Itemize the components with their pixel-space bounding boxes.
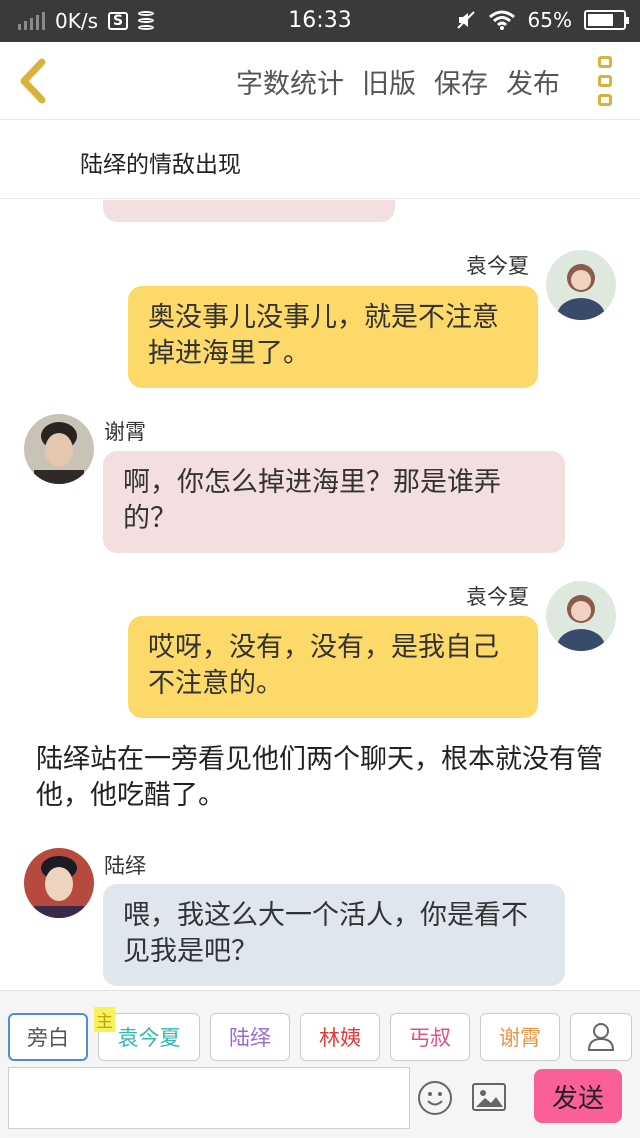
avatar-xie[interactable] <box>24 414 94 484</box>
battery-icon <box>584 10 629 30</box>
protagonist-tag: 主 <box>94 1007 115 1032</box>
chat-area[interactable]: 袁今夏 奥没事儿没事儿，就是不注意掉进海里了。 谢霄 啊，你怎么掉进海里？那是谁… <box>0 200 640 990</box>
wifi-icon <box>488 10 515 30</box>
image-icon[interactable] <box>472 1083 506 1111</box>
add-role-button[interactable] <box>570 1013 632 1061</box>
role-lin[interactable]: 林姨 <box>300 1013 380 1061</box>
status-bar: 0K/s S 16:33 65% <box>0 0 640 42</box>
emoji-icon[interactable] <box>418 1081 452 1115</box>
message-bubble-partial <box>103 200 395 222</box>
story-title: 陆绎的情敌出现 <box>80 152 241 178</box>
narration-text: 陆绎站在一旁看见他们两个聊天，根本就没有管他，他吃醋了。 <box>36 744 603 811</box>
avatar-yuan[interactable] <box>546 250 616 320</box>
back-chevron-icon <box>20 58 46 104</box>
speaker-name: 陆绎 <box>104 854 146 878</box>
more-menu-icon[interactable] <box>598 56 616 106</box>
role-yuan[interactable]: 主袁今夏 <box>94 1007 200 1061</box>
composer: 旁白 主袁今夏 陆绎 林姨 丐叔 谢霄 发送 <box>0 990 640 1138</box>
story-title-bar: 陆绎的情敌出现 <box>0 121 640 199</box>
message-bubble: 啊，你怎么掉进海里？那是谁弄的？ <box>103 451 565 553</box>
publish-button[interactable]: 发布 <box>506 62 560 101</box>
message-bubble: 哎呀，没有，没有，是我自己不注意的。 <box>128 616 538 718</box>
role-gai[interactable]: 丐叔 <box>390 1013 470 1061</box>
message-bubble: 喂，我这么大一个活人，你是看不见我是吧？ <box>103 884 565 986</box>
message-input[interactable] <box>8 1067 410 1129</box>
toolbar-actions: 字数统计 旧版 保存 发布 <box>236 62 560 101</box>
role-selector: 旁白 主袁今夏 陆绎 林姨 丐叔 谢霄 <box>8 1007 632 1061</box>
send-button[interactable]: 发送 <box>534 1069 622 1123</box>
speaker-name: 袁今夏 <box>466 585 529 609</box>
avatar-lu[interactable] <box>24 848 94 918</box>
word-count-button[interactable]: 字数统计 <box>236 62 344 101</box>
role-lu[interactable]: 陆绎 <box>210 1013 290 1061</box>
speaker-name: 谢霄 <box>104 420 146 444</box>
role-narrator[interactable]: 旁白 <box>8 1013 88 1061</box>
back-button[interactable] <box>14 56 54 106</box>
top-toolbar: 字数统计 旧版 保存 发布 <box>0 42 640 120</box>
save-button[interactable]: 保存 <box>434 62 488 101</box>
mute-icon <box>456 11 475 29</box>
message-bubble: 奥没事儿没事儿，就是不注意掉进海里了。 <box>128 286 538 388</box>
old-version-button[interactable]: 旧版 <box>362 62 416 101</box>
role-xie[interactable]: 谢霄 <box>480 1013 560 1061</box>
battery-percent: 65% <box>527 8 572 32</box>
avatar-yuan[interactable] <box>546 581 616 651</box>
add-user-icon <box>587 1023 615 1051</box>
speaker-name: 袁今夏 <box>466 254 529 278</box>
